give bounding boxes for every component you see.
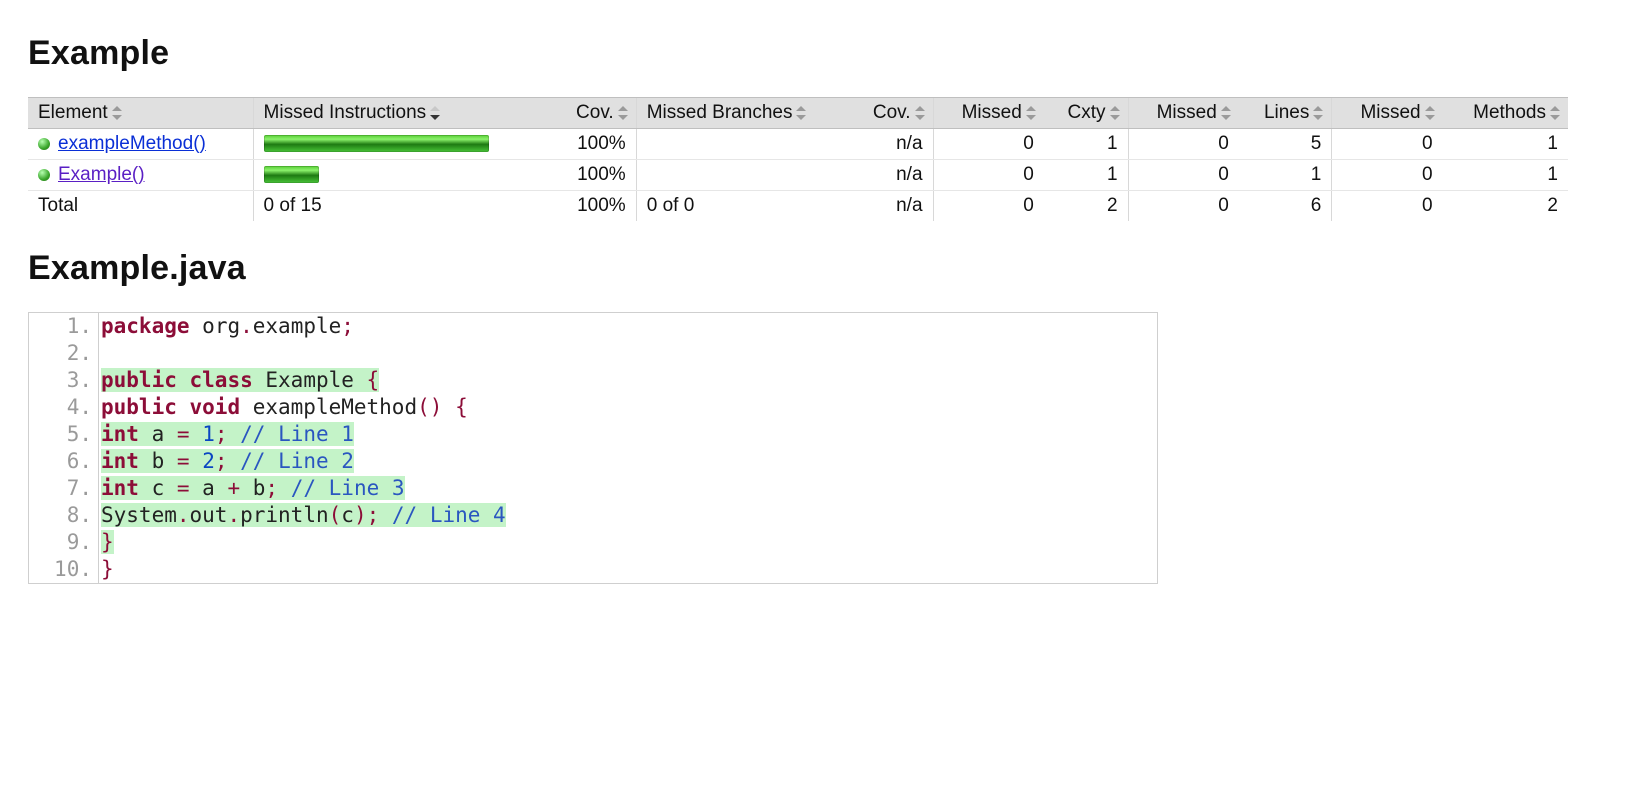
table-header-row: Element Missed Instructions Cov. Missed …: [28, 98, 1568, 129]
table-row: exampleMethod()100%n/a010501: [28, 129, 1568, 160]
table-row: Example()100%n/a010101: [28, 160, 1568, 191]
cell-missed: 0: [933, 129, 1044, 160]
element-cell: exampleMethod(): [28, 129, 253, 160]
source-line: 2.: [29, 340, 1157, 367]
col-missed3[interactable]: Missed: [1332, 98, 1443, 129]
col-cov1[interactable]: Cov.: [552, 98, 636, 129]
cell-cov1: 100%: [552, 160, 636, 191]
cell-cov1: 100%: [552, 129, 636, 160]
source-line: 10.}: [29, 556, 1157, 583]
col-missed2[interactable]: Missed: [1128, 98, 1239, 129]
cell-cov2: n/a: [849, 160, 933, 191]
cell-missed3: 0: [1332, 160, 1443, 191]
sort-icon: [1221, 106, 1231, 120]
cell-lines: 5: [1239, 129, 1332, 160]
total-label: Total: [28, 191, 253, 222]
source-line: 3.public class Example {: [29, 367, 1157, 394]
element-link[interactable]: exampleMethod(): [58, 133, 206, 154]
cell-cov2: n/a: [849, 129, 933, 160]
col-element[interactable]: Element: [28, 98, 253, 129]
sort-icon: [618, 106, 628, 120]
line-number: 10.: [29, 556, 99, 583]
source-line: 5. int a = 1; // Line 1: [29, 421, 1157, 448]
sort-icon: [796, 106, 806, 120]
instruction-bar-cell: [253, 129, 552, 160]
method-icon: [38, 138, 50, 150]
source-line: 1.package org.example;: [29, 313, 1157, 340]
total-row: Total0 of 15100%0 of 0n/a020602: [28, 191, 1568, 222]
sort-icon: [112, 106, 122, 120]
page-title: Example: [28, 34, 1620, 73]
col-missed-instructions[interactable]: Missed Instructions: [253, 98, 552, 129]
code-content: System.out.println(c); // Line 4: [99, 502, 1157, 529]
col-cov2[interactable]: Cov.: [849, 98, 933, 129]
cell-methods: 1: [1443, 129, 1568, 160]
sort-down-icon: [430, 106, 440, 120]
code-content: int b = 2; // Line 2: [99, 448, 1157, 475]
source-line: 6. int b = 2; // Line 2: [29, 448, 1157, 475]
cell-branches: [636, 129, 849, 160]
element-cell: Example(): [28, 160, 253, 191]
cell-cxty: 1: [1044, 129, 1128, 160]
cell-missed3: 0: [1332, 129, 1443, 160]
cell-cxty: 1: [1044, 160, 1128, 191]
cell-branches: [636, 160, 849, 191]
line-number: 6.: [29, 448, 99, 475]
source-title: Example.java: [28, 249, 1620, 288]
total-methods: 2: [1443, 191, 1568, 222]
element-link[interactable]: Example(): [58, 164, 145, 185]
sort-icon: [915, 106, 925, 120]
line-number: 4.: [29, 394, 99, 421]
code-content: int c = a + b; // Line 3: [99, 475, 1157, 502]
source-line: 7. int c = a + b; // Line 3: [29, 475, 1157, 502]
coverage-bar: [264, 135, 489, 152]
col-missed[interactable]: Missed: [933, 98, 1044, 129]
line-number: 9.: [29, 529, 99, 556]
sort-icon: [1026, 106, 1036, 120]
cell-missed: 0: [933, 160, 1044, 191]
instruction-bar-cell: [253, 160, 552, 191]
code-content: }: [99, 556, 1157, 583]
total-instr: 0 of 15: [253, 191, 552, 222]
total-lines: 6: [1239, 191, 1332, 222]
cell-missed2: 0: [1128, 160, 1239, 191]
line-number: 3.: [29, 367, 99, 394]
total-branches: 0 of 0: [636, 191, 849, 222]
method-icon: [38, 169, 50, 181]
code-content: int a = 1; // Line 1: [99, 421, 1157, 448]
line-number: 7.: [29, 475, 99, 502]
sort-icon: [1550, 106, 1560, 120]
cell-missed2: 0: [1128, 129, 1239, 160]
total-cov2: n/a: [849, 191, 933, 222]
line-number: 5.: [29, 421, 99, 448]
coverage-table: Element Missed Instructions Cov. Missed …: [28, 97, 1568, 221]
total-missed2: 0: [1128, 191, 1239, 222]
source-line: 4. public void exampleMethod() {: [29, 394, 1157, 421]
source-viewer: 1.package org.example;2. 3.public class …: [28, 312, 1158, 584]
col-missed-branches[interactable]: Missed Branches: [636, 98, 849, 129]
line-number: 8.: [29, 502, 99, 529]
total-cxty: 2: [1044, 191, 1128, 222]
total-missed3: 0: [1332, 191, 1443, 222]
code-content: public void exampleMethod() {: [99, 394, 1157, 421]
total-cov1: 100%: [552, 191, 636, 222]
code-content: package org.example;: [99, 313, 1157, 340]
source-line: 9. }: [29, 529, 1157, 556]
col-methods[interactable]: Methods: [1443, 98, 1568, 129]
sort-icon: [1110, 106, 1120, 120]
code-content: public class Example {: [99, 367, 1157, 394]
total-missed: 0: [933, 191, 1044, 222]
coverage-bar: [264, 166, 319, 183]
code-content: [99, 340, 1157, 367]
col-cxty[interactable]: Cxty: [1044, 98, 1128, 129]
line-number: 1.: [29, 313, 99, 340]
source-line: 8. System.out.println(c); // Line 4: [29, 502, 1157, 529]
line-number: 2.: [29, 340, 99, 367]
sort-icon: [1425, 106, 1435, 120]
col-lines[interactable]: Lines: [1239, 98, 1332, 129]
code-content: }: [99, 529, 1157, 556]
sort-icon: [1313, 106, 1323, 120]
cell-lines: 1: [1239, 160, 1332, 191]
cell-methods: 1: [1443, 160, 1568, 191]
